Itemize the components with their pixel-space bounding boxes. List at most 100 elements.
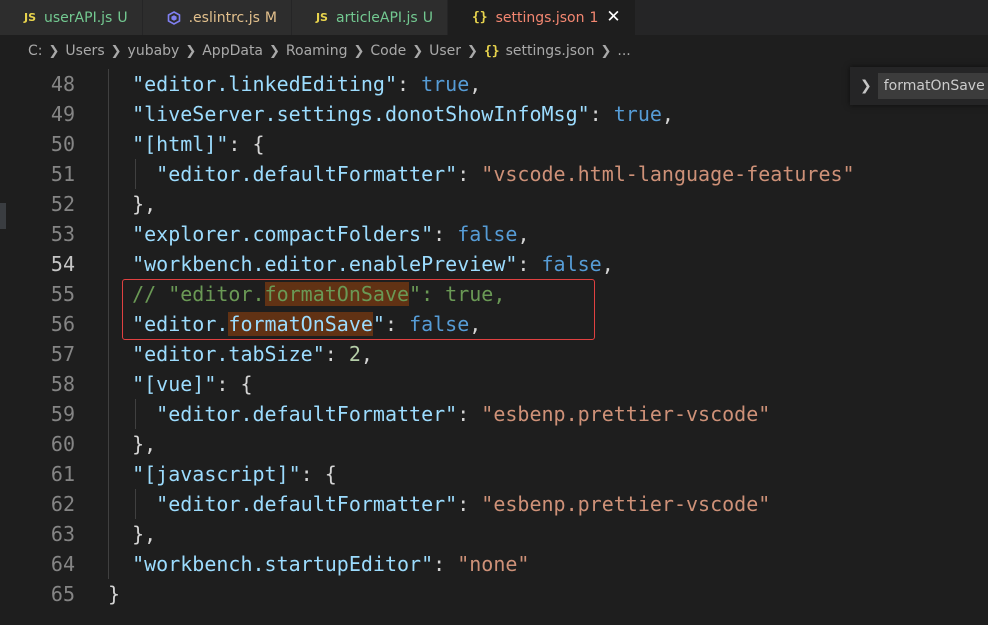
tab-bar: JS userAPI.js U .eslintrc.js M JS articl… xyxy=(0,0,988,35)
line-number: 60 xyxy=(50,432,75,456)
json-key: "editor.defaultFormatter" xyxy=(156,162,458,186)
line-number: 64 xyxy=(50,552,75,576)
breadcrumb-item-user[interactable]: User xyxy=(429,43,461,59)
breadcrumb-item-file[interactable]: {} settings.json xyxy=(484,43,595,59)
punctuation: , xyxy=(469,72,482,96)
line-number: 51 xyxy=(50,162,75,186)
json-value: false xyxy=(457,222,518,246)
chevron-right-icon: ❯ xyxy=(600,43,612,59)
tab-label: settings.json xyxy=(495,9,585,26)
line-number: 52 xyxy=(50,192,75,216)
json-value: }, xyxy=(132,432,157,456)
json-file-icon: {} xyxy=(471,10,488,25)
breadcrumb-item-appdata[interactable]: AppData xyxy=(202,43,263,59)
json-key: "explorer.compactFolders" xyxy=(132,222,434,246)
punctuation: , xyxy=(517,222,530,246)
breadcrumb-item-symbols[interactable]: ... xyxy=(617,43,630,59)
close-icon[interactable]: ✕ xyxy=(606,9,620,26)
code-line: 64 "workbench.startupEditor": "none" xyxy=(0,549,988,579)
line-code: "[vue]": { xyxy=(108,369,252,399)
json-key: "editor.defaultFormatter" xyxy=(156,492,458,516)
json-value: } xyxy=(108,582,121,606)
json-key: "editor.tabSize" xyxy=(132,342,325,366)
tab-label: userAPI.js xyxy=(44,9,113,26)
line-number: 59 xyxy=(50,402,75,426)
json-key: "[vue]" xyxy=(132,372,217,396)
line-code: "editor.tabSize": 2, xyxy=(108,339,373,369)
line-code: "liveServer.settings.donotShowInfoMsg": … xyxy=(108,99,674,129)
code-line: 48 "editor.linkedEditing": true, xyxy=(0,69,988,99)
chevron-right-icon: ❯ xyxy=(48,43,60,59)
punctuation: : xyxy=(433,222,458,246)
punctuation: : xyxy=(457,162,482,186)
chevron-right-icon: ❯ xyxy=(467,43,478,59)
punctuation: : xyxy=(300,462,325,486)
breadcrumb-item-yubaby[interactable]: yubaby xyxy=(128,43,180,59)
json-key: "[javascript]" xyxy=(132,462,301,486)
json-value: true xyxy=(421,72,470,96)
json-value: { xyxy=(324,462,337,486)
json-value: "none" xyxy=(457,552,530,576)
code-line: 61 "[javascript]": { xyxy=(0,459,988,489)
tab-userapi-js[interactable]: JS userAPI.js U xyxy=(0,0,143,35)
line-code: "workbench.startupEditor": "none" xyxy=(108,549,529,579)
json-file-icon: {} xyxy=(483,43,500,59)
line-code: "editor.defaultFormatter": "vscode.html-… xyxy=(108,159,855,189)
line-number: 56 xyxy=(50,312,75,336)
breadcrumb-item-code[interactable]: Code xyxy=(370,43,406,59)
json-value: }, xyxy=(132,192,157,216)
breadcrumb: C: ❯ Users ❯ yubaby ❯ AppData ❯ Roaming … xyxy=(0,35,988,67)
line-code: "[javascript]": { xyxy=(108,459,337,489)
punctuation: , xyxy=(661,102,674,126)
json-key: "editor.defaultFormatter" xyxy=(156,402,458,426)
breadcrumb-item-roaming[interactable]: Roaming xyxy=(286,43,348,59)
code-editor[interactable]: 48 "editor.linkedEditing": true, 49 "live… xyxy=(0,67,988,625)
punctuation: : xyxy=(324,342,349,366)
tab-settings-json[interactable]: {} settings.json 1 ✕ xyxy=(447,0,636,35)
code-line: 59 "editor.defaultFormatter": "esbenp.pr… xyxy=(0,399,988,429)
git-status-badge: U xyxy=(117,9,128,26)
chevron-right-icon: ❯ xyxy=(269,43,280,59)
breadcrumb-item-drive[interactable]: C: xyxy=(28,43,43,59)
code-line: 65} xyxy=(0,579,988,609)
javascript-file-icon: JS xyxy=(315,11,328,24)
line-code: "editor.defaultFormatter": "esbenp.prett… xyxy=(108,399,770,429)
tab-label: articleAPI.js xyxy=(335,9,418,26)
json-key: "workbench.startupEditor" xyxy=(132,552,434,576)
breadcrumb-file-label: settings.json xyxy=(505,43,595,59)
line-code: "[html]": { xyxy=(108,129,264,159)
tab-eslintrc-js[interactable]: .eslintrc.js M xyxy=(142,0,292,35)
line-code: "explorer.compactFolders": false, xyxy=(108,219,529,249)
json-value: false xyxy=(541,252,602,276)
json-value: 2 xyxy=(348,342,361,366)
line-code: "editor.defaultFormatter": "esbenp.prett… xyxy=(108,489,770,519)
line-number: 53 xyxy=(50,222,75,246)
punctuation: , xyxy=(601,252,614,276)
tab-label: .eslintrc.js xyxy=(188,9,260,26)
find-input[interactable]: formatOnSave xyxy=(877,73,988,99)
line-code: }, xyxy=(108,429,156,459)
code-line: 53 "explorer.compactFolders": false, xyxy=(0,219,988,249)
punctuation: : xyxy=(517,252,542,276)
find-widget: ❯ formatOnSave xyxy=(850,67,988,105)
breadcrumb-item-users[interactable]: Users xyxy=(65,43,104,59)
tab-articleapi-js[interactable]: JS articleAPI.js U xyxy=(291,0,448,35)
line-number: 61 xyxy=(50,462,75,486)
code-line: 52 }, xyxy=(0,189,988,219)
punctuation: : xyxy=(457,402,482,426)
json-value: "vscode.html-language-features" xyxy=(481,162,855,186)
chevron-right-icon[interactable]: ❯ xyxy=(860,78,872,94)
punctuation: : xyxy=(457,492,482,516)
